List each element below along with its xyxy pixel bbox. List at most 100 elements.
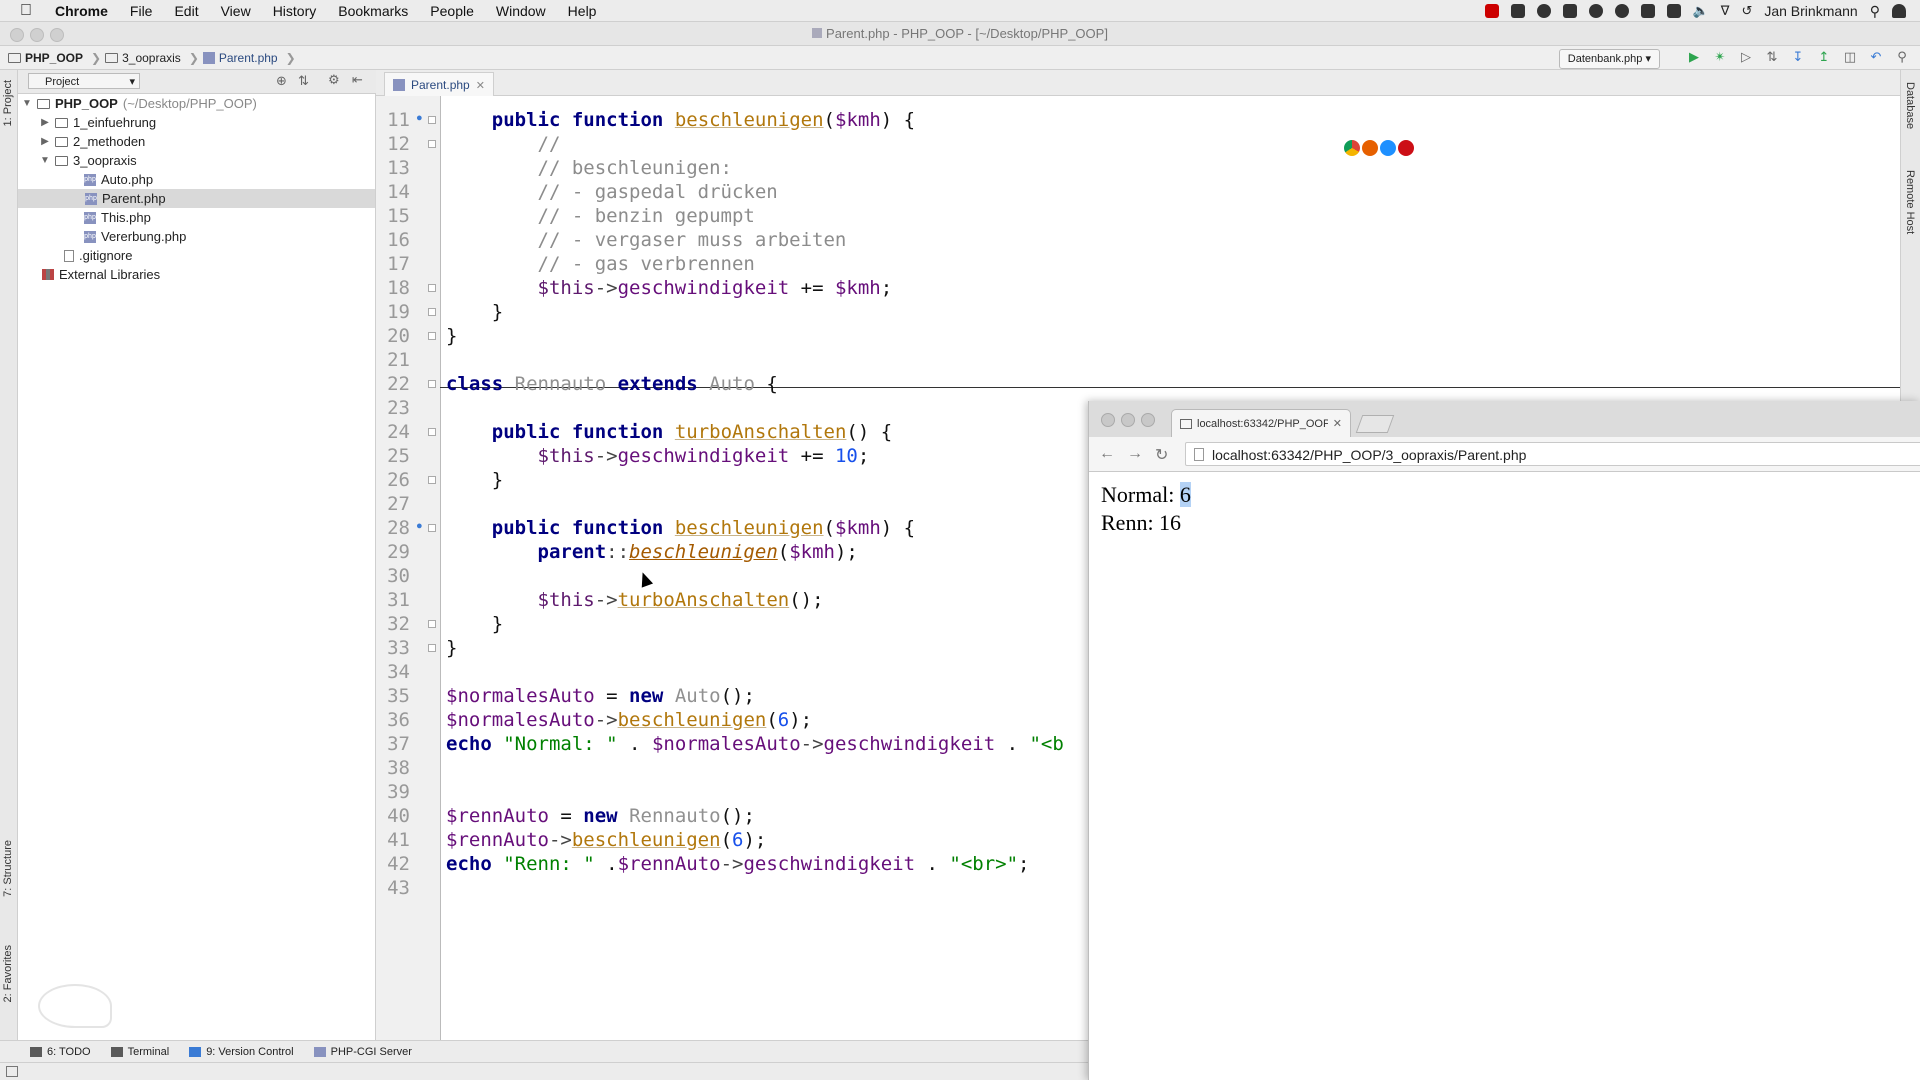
window-minimize-button[interactable]	[30, 28, 44, 42]
fold-marker[interactable]	[428, 140, 436, 148]
expand-arrow-icon[interactable]: ▼	[22, 94, 32, 113]
vcs-compare-icon[interactable]: ◫	[1842, 49, 1858, 65]
fold-marker[interactable]	[428, 620, 436, 628]
run-icon[interactable]: ▶	[1686, 49, 1702, 65]
tree-item-file[interactable]: php Auto.php	[84, 170, 153, 189]
tree-item-folder-open[interactable]: ▼ 3_oopraxis	[40, 151, 137, 170]
tool-tab-project[interactable]: 1: Project	[2, 80, 14, 126]
tree-item-folder[interactable]: ▶ 2_methoden	[40, 132, 145, 151]
volume-icon[interactable]: 🔈	[1693, 3, 1709, 19]
coverage-icon[interactable]: ▷	[1738, 49, 1754, 65]
tray-book-icon[interactable]	[1510, 4, 1525, 18]
fold-marker[interactable]	[428, 644, 436, 652]
collapsed-arrow-icon[interactable]: ▶	[40, 132, 50, 151]
address-bar[interactable]: localhost:63342/PHP_OOP/3_oopraxis/Paren…	[1185, 442, 1920, 466]
close-icon[interactable]: ✕	[1333, 417, 1342, 430]
breadcrumb-project[interactable]: PHP_OOP	[8, 51, 83, 65]
menu-file[interactable]: File	[119, 3, 164, 19]
fold-marker[interactable]	[428, 524, 436, 532]
fold-marker[interactable]	[428, 308, 436, 316]
fold-marker[interactable]	[428, 332, 436, 340]
collapsed-arrow-icon[interactable]: ▶	[40, 113, 50, 132]
output-normal-line: Normal: 6	[1101, 481, 1191, 509]
firefox-icon[interactable]	[1362, 140, 1378, 156]
spotlight-search-icon[interactable]: ⚲	[1870, 3, 1880, 20]
menubar-user[interactable]: Jan Brinkmann	[1764, 3, 1857, 19]
collapse-all-icon[interactable]: ⇅	[298, 73, 309, 89]
tool-tab-remote-host[interactable]: Remote Host	[1904, 170, 1916, 234]
tool-tab-structure[interactable]: 7: Structure	[2, 840, 14, 897]
reload-icon[interactable]: ↻	[1155, 445, 1168, 465]
fold-marker[interactable]	[428, 116, 436, 124]
override-gutter-icon[interactable]: ●	[416, 520, 423, 532]
safari-icon[interactable]	[1380, 140, 1396, 156]
gear-icon[interactable]: ⚙	[328, 72, 340, 88]
tree-item-file[interactable]: php This.php	[84, 208, 151, 227]
bluetooth-icon[interactable]: ∇	[1721, 3, 1730, 19]
scroll-from-source-icon[interactable]: ⊕	[276, 73, 287, 89]
tool-tab-database[interactable]: Database	[1904, 82, 1916, 129]
menu-history[interactable]: History	[262, 3, 328, 19]
run-configuration-select[interactable]: Datenbank.php ▾	[1558, 49, 1660, 69]
tree-item-external-libraries[interactable]: External Libraries	[42, 265, 160, 284]
menu-app-chrome[interactable]: Chrome	[44, 3, 119, 19]
tray-leaf-icon[interactable]	[1588, 4, 1603, 18]
tree-item-project-root[interactable]: ▼ PHP_OOP (~/Desktop/PHP_OOP)	[22, 94, 257, 113]
tree-item-file[interactable]: .gitignore	[64, 246, 132, 265]
tray-eye-icon[interactable]	[1614, 4, 1629, 18]
notification-center-icon[interactable]	[1892, 4, 1906, 18]
window-zoom-button[interactable]	[50, 28, 64, 42]
menu-bookmarks[interactable]: Bookmarks	[327, 3, 419, 19]
override-gutter-icon[interactable]: ●	[416, 112, 423, 124]
browser-tab[interactable]: localhost:63342/PHP_OOP ✕	[1171, 409, 1351, 437]
chrome-icon[interactable]	[1344, 140, 1360, 156]
vcs-revert-icon[interactable]: ↶	[1868, 49, 1884, 65]
vcs-update-icon[interactable]: ↧	[1790, 49, 1806, 65]
tree-item-file-selected[interactable]: php Parent.php	[18, 189, 375, 208]
project-view-select[interactable]: Project ▾	[28, 73, 140, 89]
opera-icon[interactable]	[1398, 140, 1414, 156]
apple-icon[interactable]: 	[0, 2, 44, 20]
tool-tab-version-control[interactable]: 9: Version Control	[189, 1046, 294, 1058]
tool-tab-terminal[interactable]: Terminal	[110, 1046, 169, 1058]
fold-marker[interactable]	[428, 476, 436, 484]
toggle-tool-windows-icon[interactable]	[6, 1066, 18, 1077]
vcs-commit-icon[interactable]: ↥	[1816, 49, 1832, 65]
editor-tab-parent-php[interactable]: Parent.php ✕	[384, 72, 494, 97]
browser-zoom-button[interactable]	[1141, 413, 1155, 427]
window-close-button[interactable]	[10, 28, 24, 42]
debug-icon[interactable]: ✴	[1712, 49, 1728, 65]
tool-tab-todo[interactable]: 6: TODO	[30, 1046, 91, 1058]
fold-marker[interactable]	[428, 428, 436, 436]
fold-marker[interactable]	[428, 380, 436, 388]
menu-people[interactable]: People	[419, 3, 485, 19]
tray-app-icon[interactable]	[1484, 4, 1499, 18]
search-everywhere-icon[interactable]: ⚲	[1894, 49, 1910, 65]
tray-evernote-icon[interactable]	[1562, 4, 1577, 18]
menu-window[interactable]: Window	[485, 3, 557, 19]
browser-minimize-button[interactable]	[1121, 413, 1135, 427]
fold-marker[interactable]	[428, 284, 436, 292]
forward-icon[interactable]: →	[1127, 445, 1143, 463]
dropbox-icon[interactable]	[1640, 4, 1655, 18]
tool-tab-favorites[interactable]: 2: Favorites	[2, 945, 14, 1002]
menu-help[interactable]: Help	[557, 3, 608, 19]
new-tab-button[interactable]	[1355, 415, 1395, 433]
profile-icon[interactable]: ⇅	[1764, 49, 1780, 65]
breadcrumb-folder[interactable]: 3_oopraxis	[105, 51, 181, 65]
close-icon[interactable]: ✕	[476, 79, 485, 92]
folder-icon	[8, 52, 21, 63]
expand-arrow-icon[interactable]: ▼	[40, 151, 50, 170]
menu-edit[interactable]: Edit	[163, 3, 209, 19]
time-machine-icon[interactable]: ↺	[1741, 3, 1752, 19]
back-icon[interactable]: ←	[1099, 445, 1115, 463]
tray-plus-icon[interactable]	[1666, 4, 1681, 18]
breadcrumb-file[interactable]: Parent.php	[202, 51, 278, 65]
tree-item-folder[interactable]: ▶ 1_einfuehrung	[40, 113, 156, 132]
menu-view[interactable]: View	[210, 3, 262, 19]
browser-close-button[interactable]	[1101, 413, 1115, 427]
tray-info-icon[interactable]	[1536, 4, 1551, 18]
hide-panel-icon[interactable]: ⇤	[352, 72, 363, 88]
tool-tab-php-cgi-server[interactable]: PHP-CGI Server	[313, 1046, 412, 1058]
tree-item-file[interactable]: php Vererbung.php	[84, 227, 186, 246]
